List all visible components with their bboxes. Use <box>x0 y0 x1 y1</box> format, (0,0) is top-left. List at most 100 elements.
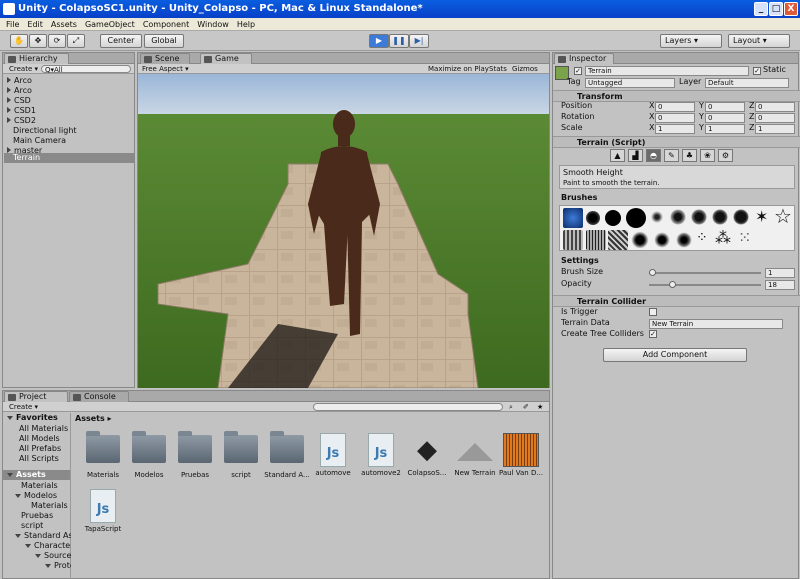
menu-assets[interactable]: Assets <box>51 18 77 30</box>
favorite-star-icon[interactable]: ★ <box>537 403 543 411</box>
space-global-button[interactable]: Global <box>144 34 184 48</box>
terrain-script-header[interactable]: Terrain (Script) <box>553 136 800 148</box>
rotation-y-field[interactable]: 0 <box>705 113 745 123</box>
favorite-all-scripts[interactable]: All Scripts <box>19 454 59 464</box>
stats-toggle[interactable]: Stats <box>489 65 507 73</box>
asset-item[interactable]: Pruebas <box>171 431 219 479</box>
favorite-all-prefabs[interactable]: All Prefabs <box>19 444 61 454</box>
brush-noise-icon[interactable] <box>733 209 749 225</box>
expand-arrow-icon[interactable] <box>7 107 11 113</box>
raise-lower-tool-icon[interactable]: ▲ <box>610 149 625 162</box>
tree-script[interactable]: script <box>21 521 43 531</box>
brush-texture-icon[interactable] <box>608 230 628 250</box>
game-viewport[interactable] <box>138 74 549 388</box>
layers-dropdown[interactable]: Layers ▾ <box>660 34 722 48</box>
opacity-field[interactable]: 18 <box>765 280 795 290</box>
expand-arrow-icon[interactable] <box>7 97 11 103</box>
move-tool-button[interactable]: ✥ <box>29 34 47 48</box>
place-trees-tool-icon[interactable]: ♣ <box>682 149 697 162</box>
tab-project[interactable]: Project <box>4 391 68 402</box>
minimize-button[interactable]: _ <box>754 2 768 16</box>
brush-grass-icon[interactable] <box>586 230 606 250</box>
brush-soft-icon[interactable] <box>563 208 583 228</box>
menu-window[interactable]: Window <box>197 18 229 30</box>
tree-pruebas[interactable]: Pruebas <box>21 511 53 521</box>
brush-cluster-icon[interactable]: ⁂ <box>715 228 731 247</box>
terrain-settings-tool-icon[interactable]: ⚙ <box>718 149 733 162</box>
asset-item[interactable]: Modelos <box>125 431 173 479</box>
tree-modelos[interactable]: Modelos <box>15 491 57 501</box>
favorite-all-models[interactable]: All Models <box>19 434 60 444</box>
maximize-button[interactable]: □ <box>769 2 783 16</box>
static-checkbox[interactable]: ✓ <box>753 67 761 75</box>
tab-hierarchy[interactable]: Hierarchy <box>4 53 69 64</box>
expand-arrow-icon[interactable] <box>7 117 11 123</box>
filter-type-icon[interactable]: ⌕ <box>509 403 513 411</box>
paint-height-tool-icon[interactable]: ▟ <box>628 149 643 162</box>
menu-component[interactable]: Component <box>143 18 189 30</box>
play-button[interactable]: ▶ <box>369 34 389 48</box>
brush-size-slider-handle[interactable] <box>649 269 656 276</box>
hierarchy-item-arco[interactable]: Arco <box>7 86 32 96</box>
project-create-button[interactable]: Create ▾ <box>9 403 38 411</box>
collapse-arrow-icon[interactable] <box>7 473 13 477</box>
hierarchy-item-main-camera[interactable]: Main Camera <box>13 136 66 146</box>
asset-item[interactable]: Paul Van D... <box>497 433 545 477</box>
scale-y-field[interactable]: 1 <box>705 124 745 134</box>
aspect-dropdown[interactable]: Free Aspect ▾ <box>142 65 189 73</box>
menu-file[interactable]: File <box>6 18 19 30</box>
project-search-input[interactable] <box>313 403 503 411</box>
brush-round-small-icon[interactable] <box>586 211 600 225</box>
brush-burst-icon[interactable]: ✶ <box>755 208 768 226</box>
position-z-field[interactable]: 0 <box>755 102 795 112</box>
object-name-field[interactable]: Terrain <box>585 66 749 76</box>
asset-item[interactable]: Standard A... <box>263 431 311 479</box>
assets-breadcrumb[interactable]: Assets ▸ <box>75 414 112 423</box>
brush-size-field[interactable]: 1 <box>765 268 795 278</box>
tree-characters[interactable]: Characters <box>25 541 71 551</box>
brush-round-large-icon[interactable] <box>626 208 646 228</box>
brush-grid[interactable]: ✶ ☆ ⁘ ⁂ ⁙ <box>559 205 795 251</box>
brush-spot-icon[interactable] <box>630 230 650 250</box>
filter-label-icon[interactable]: ✐ <box>523 403 529 411</box>
tag-dropdown[interactable]: Untagged <box>585 78 675 88</box>
scale-tool-button[interactable]: ⤢ <box>67 34 85 48</box>
brush-spot-icon[interactable] <box>674 230 694 250</box>
terrain-collider-header[interactable]: Terrain Collider <box>553 295 800 307</box>
terrain-data-field[interactable]: New Terrain <box>649 319 783 329</box>
step-button[interactable]: ▶| <box>409 34 429 48</box>
asset-item[interactable]: Js TapaScript <box>79 489 127 533</box>
brush-noise-icon[interactable] <box>712 209 728 225</box>
asset-item[interactable]: ◆ ColapsoS... <box>403 433 451 477</box>
assets-root[interactable]: Assets <box>3 470 70 480</box>
hierarchy-item-arco[interactable]: Arco <box>7 76 32 86</box>
brush-round-medium-icon[interactable] <box>605 210 621 226</box>
hierarchy-search-input[interactable]: Q▾All <box>41 65 131 74</box>
collapse-arrow-icon[interactable] <box>35 554 41 558</box>
hierarchy-item-directional-light[interactable]: Directional light <box>13 126 77 136</box>
add-component-button[interactable]: Add Component <box>603 348 747 362</box>
smooth-height-tool-icon[interactable]: ◓ <box>646 149 661 162</box>
layer-dropdown[interactable]: Default <box>705 78 789 88</box>
close-button[interactable]: X <box>784 2 798 16</box>
favorites-header[interactable]: Favorites <box>7 413 58 423</box>
brush-noise-icon[interactable] <box>670 209 686 225</box>
tree-prototype[interactable]: Prototype <box>45 561 71 571</box>
expand-arrow-icon[interactable] <box>7 87 11 93</box>
scale-z-field[interactable]: 1 <box>755 124 795 134</box>
collapse-arrow-icon[interactable] <box>45 564 51 568</box>
hierarchy-create-button[interactable]: Create ▾ <box>9 65 38 73</box>
favorite-all-materials[interactable]: All Materials <box>19 424 71 434</box>
menu-gameobject[interactable]: GameObject <box>85 18 135 30</box>
pause-button[interactable]: ❚❚ <box>389 34 409 48</box>
layout-dropdown[interactable]: Layout ▾ <box>728 34 790 48</box>
tree-modelos-materials[interactable]: Materials <box>31 501 68 511</box>
collapse-arrow-icon[interactable] <box>15 494 21 498</box>
asset-item[interactable]: script <box>217 431 265 479</box>
position-x-field[interactable]: 0 <box>655 102 695 112</box>
position-y-field[interactable]: 0 <box>705 102 745 112</box>
scale-x-field[interactable]: 1 <box>655 124 695 134</box>
tree-materials[interactable]: Materials <box>21 481 58 491</box>
rotate-tool-button[interactable]: ⟳ <box>48 34 66 48</box>
maximize-on-play-toggle[interactable]: Maximize on Play <box>428 65 489 73</box>
